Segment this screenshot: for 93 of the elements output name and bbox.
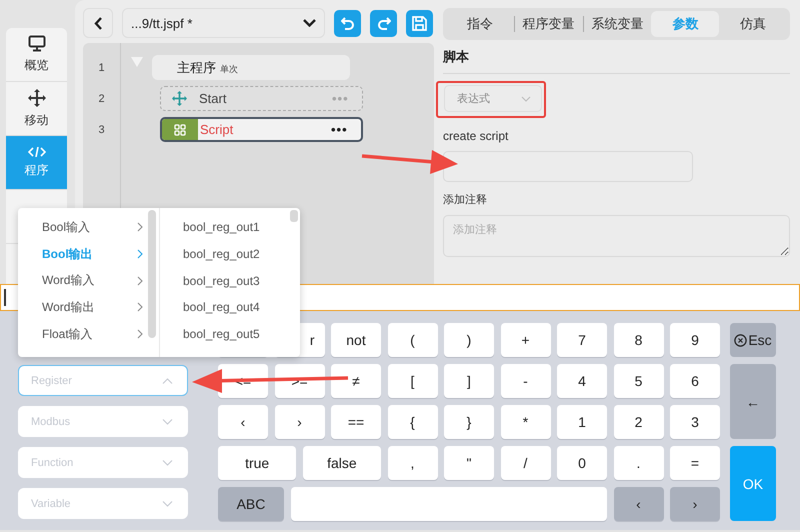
keyboard-key[interactable]: = — [670, 446, 720, 480]
keyboard-key[interactable]: not — [331, 323, 381, 357]
script-input[interactable] — [443, 151, 693, 182]
keyboard-key[interactable]: , — [388, 446, 438, 480]
keyboard-key[interactable]: › — [670, 487, 720, 521]
menu-item[interactable]: bool_reg_out5 — [160, 320, 300, 348]
undo-button[interactable] — [334, 10, 361, 36]
block-title: 主程序 — [177, 59, 216, 77]
field-label: 添加注释 — [443, 192, 488, 207]
keyboard-key[interactable]: › — [274, 405, 324, 439]
keyboard-key[interactable]: true — [218, 446, 296, 480]
keyboard-key[interactable]: " — [444, 446, 494, 480]
program-node[interactable]: Start ••• — [160, 86, 363, 111]
escape-key[interactable]: Esc — [730, 323, 776, 357]
scrollbar-thumb[interactable] — [148, 210, 156, 338]
line-number: 1 — [97, 60, 106, 76]
chevron-right-icon — [137, 302, 143, 312]
menu-item[interactable]: bool_reg_out3 — [160, 267, 300, 294]
keyboard-key[interactable]: 2 — [614, 405, 664, 439]
keyboard-key[interactable]: 8 — [614, 323, 664, 357]
program-block[interactable]: 主程序 单次 — [152, 55, 350, 80]
section-title: 脚本 — [443, 48, 790, 74]
move-icon — [172, 91, 186, 106]
tab[interactable]: 程序变量 — [514, 11, 583, 37]
menu-category[interactable]: Word输入 — [18, 267, 159, 294]
sidebar-item[interactable]: 概览 — [6, 28, 67, 82]
tab[interactable]: 指令 — [446, 11, 514, 37]
keyboard-key[interactable]: [ — [388, 364, 438, 398]
keyboard-key[interactable]: ABC — [218, 487, 284, 521]
keyboard-key[interactable]: ≠ — [331, 364, 381, 398]
program-node[interactable]: Script ••• — [160, 117, 363, 142]
keyboard-key[interactable]: false — [302, 446, 381, 480]
chevron-right-icon — [137, 329, 143, 340]
move-icon — [28, 88, 46, 106]
keyboard-key[interactable]: ] — [444, 364, 494, 398]
monitor-icon — [28, 35, 46, 52]
line-number: 2 — [97, 92, 106, 106]
keyboard-key[interactable]: 6 — [670, 364, 720, 398]
backspace-key[interactable]: ← — [730, 364, 776, 439]
text-cursor — [4, 289, 6, 306]
chevron-down-icon — [303, 19, 316, 27]
keyboard-key[interactable]: ( — [388, 323, 438, 357]
redo-icon — [376, 16, 390, 30]
keyboard-key[interactable]: ‹ — [218, 405, 268, 439]
redo-button[interactable] — [370, 10, 397, 36]
chevron-up-icon — [162, 378, 173, 384]
back-button[interactable] — [83, 8, 113, 38]
keyboard-key[interactable]: } — [444, 405, 494, 439]
keyboard-key[interactable]: 7 — [557, 323, 607, 357]
line-number: 3 — [97, 122, 106, 138]
menu-item[interactable]: bool_reg_out1 — [160, 214, 300, 241]
keyboard-key[interactable]: ‹ — [614, 487, 664, 521]
tab[interactable]: 系统变量 — [584, 11, 652, 37]
chevron-down-icon — [162, 460, 173, 466]
field-label: create script — [443, 129, 510, 143]
menu-item[interactable]: bool_reg_out2 — [160, 240, 300, 268]
keyboard-key[interactable]: 3 — [670, 405, 720, 439]
keyboard-key[interactable]: . — [614, 446, 664, 480]
chevron-right-icon — [137, 276, 143, 286]
chevron-down-icon — [162, 500, 173, 506]
keyboard-key[interactable]: { — [388, 405, 438, 439]
keyboard-key[interactable]: * — [500, 405, 550, 439]
run-mode-tag: 单次 — [220, 57, 238, 82]
back-icon — [94, 16, 102, 30]
keyboard-key[interactable]: 1 — [557, 405, 607, 439]
chevron-right-icon — [137, 249, 143, 260]
keyboard-key[interactable]: 9 — [670, 323, 720, 357]
save-icon — [412, 16, 427, 30]
menu-category[interactable]: Bool输入 — [18, 214, 159, 241]
file-dropdown[interactable]: ...9/tt.jspf * — [122, 8, 325, 38]
keyboard-key[interactable]: / — [500, 446, 550, 480]
keyboard-key[interactable]: ) — [444, 323, 494, 357]
keyboard-key[interactable]: - — [500, 364, 550, 398]
chevron-down-icon — [162, 418, 173, 424]
menu-category[interactable]: Float输入 — [18, 320, 159, 348]
keyboard-key[interactable]: 0 — [557, 446, 607, 480]
code-icon — [28, 146, 46, 156]
more-icon[interactable]: ••• — [331, 122, 361, 137]
chevron-down-icon — [521, 96, 531, 102]
keyboard-key[interactable]: + — [500, 323, 550, 357]
scrollbar-thumb[interactable] — [290, 210, 298, 222]
keyboard-key[interactable]: 5 — [614, 364, 664, 398]
grid-icon — [174, 124, 186, 136]
undo-icon — [340, 16, 354, 30]
comment-textarea[interactable]: 添加注释 — [443, 215, 790, 257]
save-button[interactable] — [406, 10, 433, 36]
menu-item[interactable]: bool_reg_out4 — [160, 294, 300, 321]
chevron-right-icon — [137, 222, 143, 232]
keyboard-key[interactable]: == — [331, 405, 381, 439]
tab[interactable]: 仿真 — [719, 11, 787, 37]
keyboard-key[interactable]: 4 — [557, 364, 607, 398]
menu-category[interactable]: Word输出 — [18, 294, 159, 321]
close-icon — [734, 334, 748, 346]
